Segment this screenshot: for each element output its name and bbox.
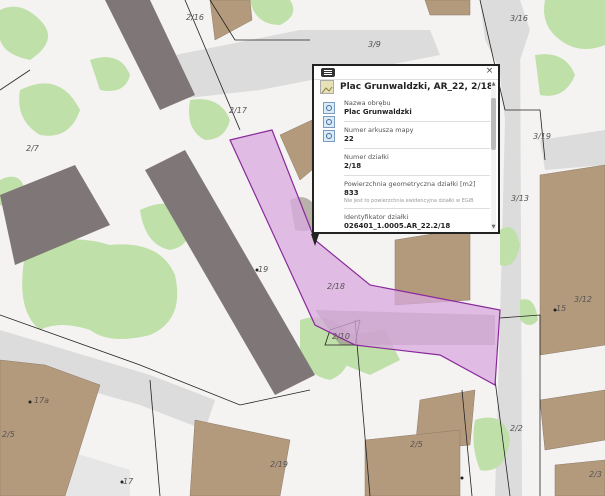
street-right-curve: [480, 0, 530, 70]
field-powierzchnia: Powierzchnia geometryczna działki [m2] 8…: [344, 179, 490, 209]
parcel-label: 2/19: [270, 460, 288, 469]
green-patch: [250, 0, 294, 25]
field-value: Plac Grunwaldzki: [344, 108, 412, 116]
zoom-to-icon[interactable]: [323, 102, 335, 114]
green-patch: [520, 299, 538, 325]
parcel-label: 2/18: [327, 282, 345, 291]
building: [539, 389, 605, 451]
list-icon[interactable]: [321, 68, 335, 77]
print-icon[interactable]: [323, 130, 335, 142]
popup-body: Nazwa obrębu Plac Grunwaldzki Numer arku…: [344, 98, 490, 230]
identify-icon[interactable]: [323, 116, 335, 128]
map-canvas[interactable]: [0, 0, 605, 496]
field-value: 2/18: [344, 162, 362, 170]
parcel-label: 3/13: [511, 194, 529, 203]
parcel-label: 2/17: [229, 106, 247, 115]
popup-tools: [323, 102, 337, 144]
field-nazwa-obrebu: Nazwa obrębu Plac Grunwaldzki: [344, 98, 490, 122]
field-identyfikator: Identyfikator działki 026401_1.0005.AR_2…: [344, 212, 490, 230]
parcel-label: 2/16: [186, 13, 204, 22]
popup-title: Plac Grunwaldzki, AR_22, 2/18: [340, 82, 494, 92]
map-thumbnail-icon: [320, 80, 334, 94]
green-patch: [535, 54, 575, 96]
field-value: 833: [344, 189, 359, 197]
parcel-label: 3/9: [368, 40, 381, 49]
address-point: [460, 476, 464, 480]
green-patch: [22, 239, 178, 339]
parcel-label: 3/16: [510, 14, 528, 23]
address-point: [28, 400, 32, 404]
green-patch: [90, 57, 130, 91]
field-label: Numer arkusza mapy: [344, 126, 414, 134]
field-note: Nie jest to powierzchnia ewidencyjna dzi…: [344, 198, 474, 204]
scroll-up-icon[interactable]: ▲: [491, 82, 496, 87]
popup-topbar: ×: [314, 66, 498, 80]
parcel-line: [0, 69, 31, 91]
field-numer-dzialki: Numer działki 2/18: [344, 152, 490, 176]
popup-header: Plac Grunwaldzki, AR_22, 2/18: [318, 80, 496, 96]
scroll-down-icon[interactable]: ▼: [491, 225, 496, 230]
popup-pointer: [311, 234, 319, 246]
parcel-label: 15: [556, 304, 567, 313]
building: [539, 164, 605, 356]
field-value: 026401_1.0005.AR_22.2/18: [344, 222, 451, 230]
field-numer-arkusza: Numer arkusza mapy 22: [344, 125, 490, 149]
field-label: Powierzchnia geometryczna działki [m2]: [344, 180, 476, 188]
parcel-label: 2/5: [410, 440, 423, 449]
parcel-label: 2/10: [332, 332, 350, 341]
building: [189, 419, 291, 496]
scroll-thumb[interactable]: [491, 98, 496, 150]
parcel-label: 3/19: [533, 132, 551, 141]
popup-scrollbar[interactable]: ▲ ▼: [491, 82, 496, 230]
field-label: Identyfikator działki: [344, 213, 409, 221]
field-value: 22: [344, 135, 354, 143]
green-patch: [19, 83, 80, 136]
parcel-label: 2/3: [589, 470, 602, 479]
parcel-info-popup: × Plac Grunwaldzki, AR_22, 2/18 Nazwa ob…: [312, 64, 500, 234]
parcel-label: 17a: [34, 396, 50, 405]
building: [424, 0, 471, 16]
field-label: Nazwa obrębu: [344, 99, 391, 107]
green-patch: [189, 99, 230, 140]
parcel-label: 2/2: [510, 424, 523, 433]
parcel-label: 2/5: [2, 430, 15, 439]
parcel-label: 3/12: [574, 295, 592, 304]
close-button[interactable]: ×: [485, 67, 494, 76]
green-patch: [544, 0, 605, 49]
green-patch: [0, 6, 48, 60]
parcel-label: 17: [123, 477, 134, 486]
field-label: Numer działki: [344, 153, 389, 161]
parcel-label: 2/7: [26, 144, 39, 153]
parcel-label: 19: [258, 265, 269, 274]
